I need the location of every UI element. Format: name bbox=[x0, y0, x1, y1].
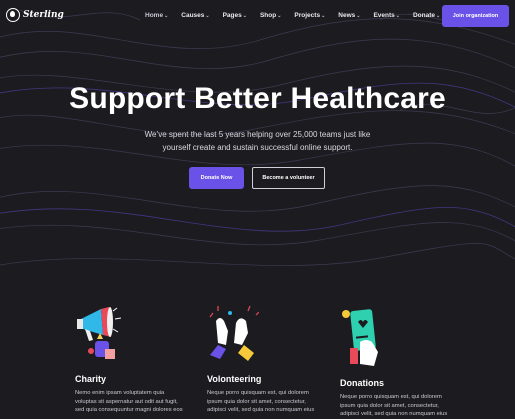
feature-text-line: Neque porro quisquam est, qui dolorem bbox=[207, 390, 309, 396]
become-volunteer-button[interactable]: Become a volunteer bbox=[252, 167, 325, 189]
nav-item-shop[interactable]: Shop ⌄ bbox=[260, 12, 281, 19]
chevron-down-icon: ⌄ bbox=[321, 12, 326, 19]
chevron-down-icon: ⌄ bbox=[205, 12, 210, 19]
donate-now-button[interactable]: Donate Now bbox=[189, 167, 244, 189]
chevron-down-icon: ⌄ bbox=[395, 12, 400, 19]
phone-donation-icon bbox=[342, 309, 378, 366]
site-header: Sterling Home ⌄ Causes ⌄ Pages ⌄ Shop ⌄ Proj… bbox=[0, 0, 515, 34]
feature-title: Volonteering bbox=[207, 374, 262, 384]
nav-label: Causes bbox=[181, 12, 205, 19]
nav-item-projects[interactable]: Projects ⌄ bbox=[294, 12, 325, 19]
nav-item-home[interactable]: Home ⌄ bbox=[145, 12, 168, 19]
feature-charity: Charity Nemo enim ipsam voluptatem quia … bbox=[75, 305, 205, 415]
feature-text-line: ipsum quia dolor sit amet, consectetur, bbox=[207, 398, 306, 405]
brand-logo[interactable]: Sterling bbox=[6, 8, 64, 22]
chevron-down-icon: ⌄ bbox=[242, 12, 247, 19]
nav-label: Shop bbox=[259, 12, 277, 19]
nav-label: Pages bbox=[222, 12, 242, 19]
chevron-down-icon: ⌄ bbox=[356, 12, 361, 19]
chevron-down-icon: ⌄ bbox=[277, 12, 282, 19]
nav-item-causes[interactable]: Causes ⌄ bbox=[181, 12, 209, 19]
high-five-icon bbox=[209, 305, 260, 361]
nav-label: Projects bbox=[294, 12, 321, 19]
main-nav: Home ⌄ Causes ⌄ Pages ⌄ Shop ⌄ Projects ⌄ New… bbox=[145, 12, 453, 19]
nav-label: Events bbox=[373, 12, 395, 19]
nav-item-pages[interactable]: Pages ⌄ bbox=[223, 12, 247, 19]
feature-title: Donations bbox=[340, 378, 384, 388]
megaphone-icon bbox=[77, 307, 122, 359]
logo-icon bbox=[6, 8, 20, 22]
hero-title: Support Better Healthcare bbox=[69, 82, 446, 115]
hero-subtitle: We’ve spent the last 5 years helping ove… bbox=[100, 128, 415, 154]
feature-volunteering: Volonteering Neque porro quisquam est, q… bbox=[207, 305, 337, 415]
feature-description: Neque porro quisquam est, qui dolorem ip… bbox=[207, 389, 337, 415]
nav-item-events[interactable]: Events ⌄ bbox=[373, 12, 400, 19]
nav-item-news[interactable]: News ⌄ bbox=[338, 12, 360, 19]
nav-label: Donate bbox=[412, 12, 436, 19]
feature-description: Neque porro quisquam est, qui dolorem ip… bbox=[340, 393, 470, 419]
nav-label: Home bbox=[145, 12, 164, 19]
chevron-down-icon: ⌄ bbox=[436, 12, 441, 19]
feature-text-line: adipisci velit, sed quia non numquam eiu… bbox=[340, 411, 448, 417]
feature-text-line: adipisci velit, sed quia non numquam eiu… bbox=[207, 407, 315, 413]
join-organization-button[interactable]: Join organization bbox=[442, 5, 509, 27]
feature-text-line: Nemo enim ipsam voluptatem quia bbox=[75, 390, 165, 396]
feature-text-line: ipsum quia dolor sit amet, consectetur, bbox=[340, 402, 439, 409]
nav-item-donate[interactable]: Donate ⌄ bbox=[413, 12, 440, 19]
brand-name: Sterling bbox=[23, 10, 64, 20]
nav-label: News bbox=[338, 12, 356, 19]
feature-description: Nemo enim ipsam voluptatem quia voluptas… bbox=[75, 389, 205, 415]
chevron-down-icon: ⌄ bbox=[164, 12, 169, 19]
feature-text-line: voluptas sit aspernatur aut odit aut fug… bbox=[75, 398, 178, 405]
hero-subtitle-line: yourself create and sustain successful o… bbox=[162, 143, 353, 152]
feature-title: Charity bbox=[75, 374, 107, 384]
hero-subtitle-line: We’ve spent the last 5 years helping ove… bbox=[144, 130, 371, 139]
feature-donations: Donations Neque porro quisquam est, qui … bbox=[340, 307, 470, 419]
feature-text-line: sed quia consequuntur magni dolores eos bbox=[75, 407, 183, 413]
feature-text-line: Neque porro quisquam est, qui dolorem bbox=[340, 394, 442, 400]
